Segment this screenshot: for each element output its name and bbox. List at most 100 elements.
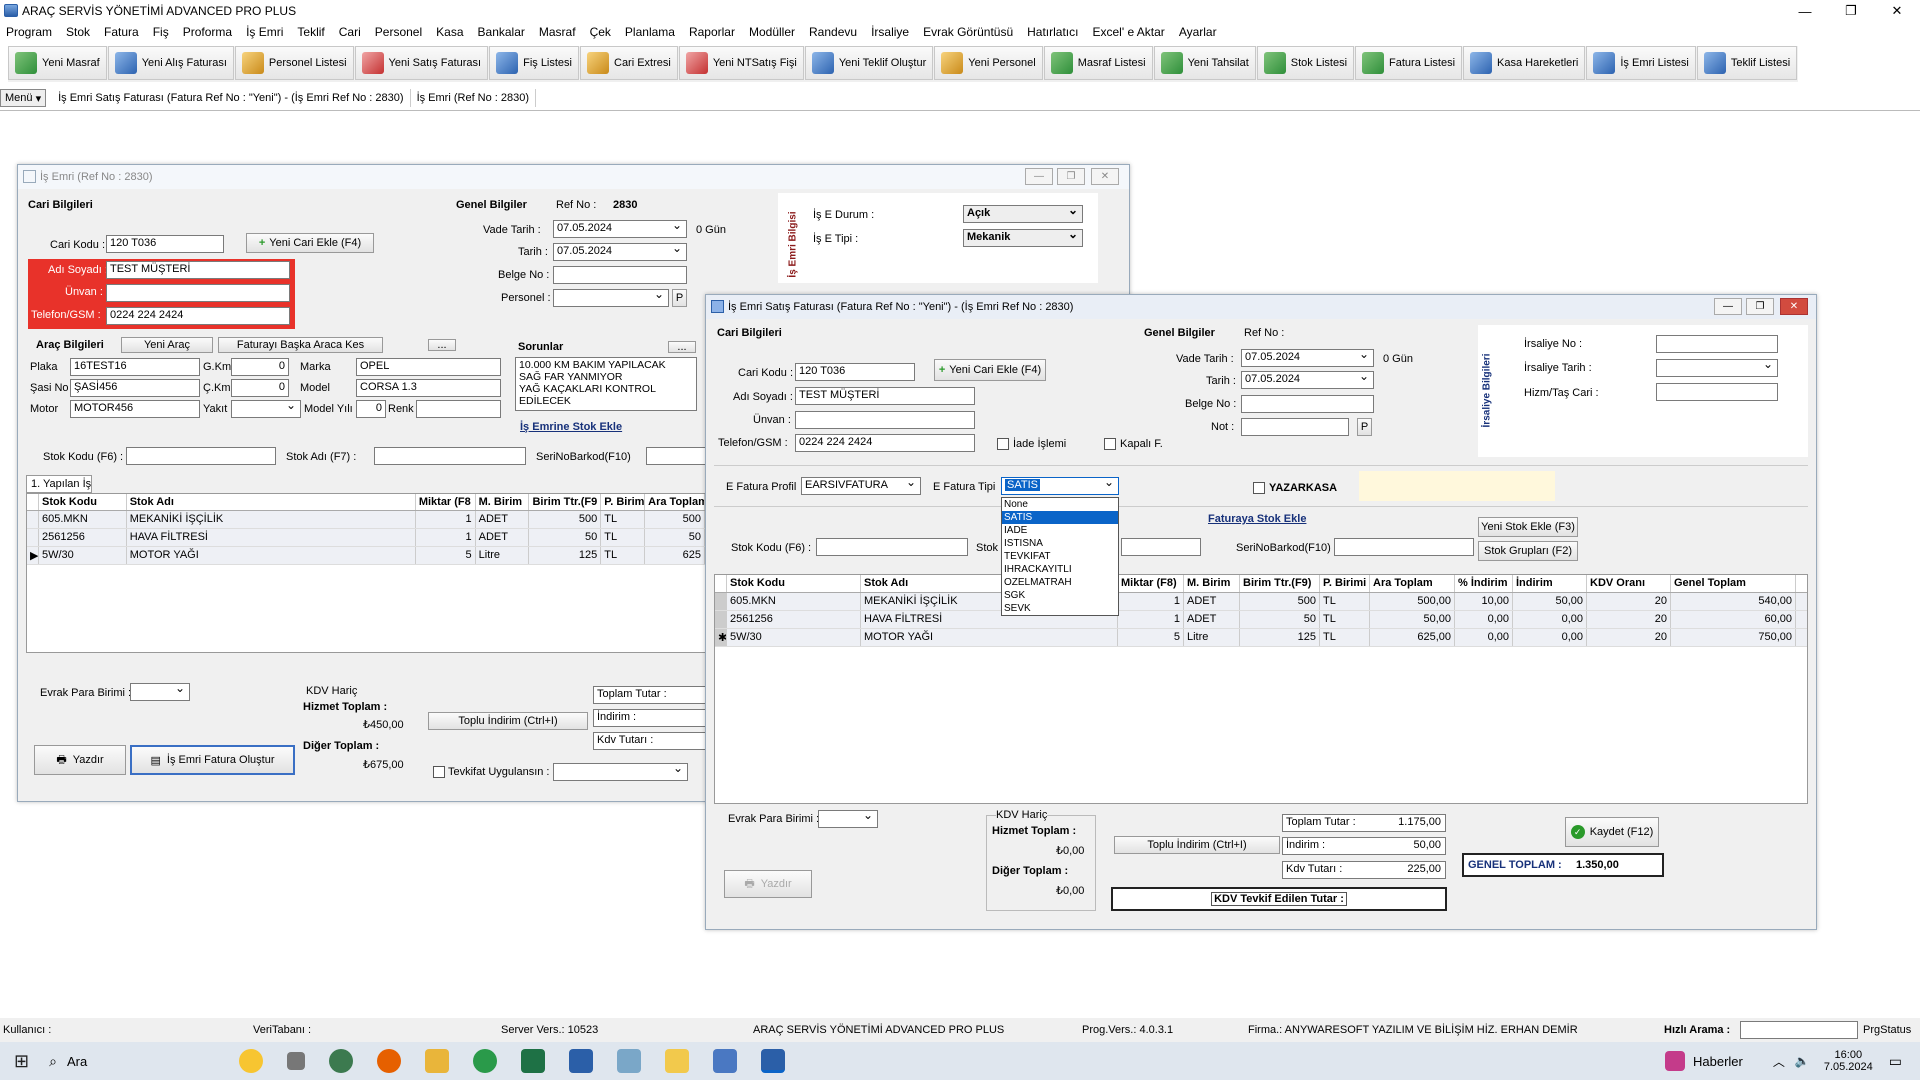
plaka-input[interactable]: 16TEST16 bbox=[70, 358, 200, 376]
yazdir-button[interactable]: 🖶 Yazdır bbox=[724, 870, 812, 898]
tb-yeni-alis-faturasi[interactable]: Yeni Alış Faturası bbox=[107, 46, 234, 80]
tb-fatura-listesi[interactable]: Fatura Listesi bbox=[1355, 46, 1463, 80]
unvan-input[interactable] bbox=[795, 411, 975, 429]
cari-kodu-input[interactable]: 120 T036 bbox=[795, 363, 915, 381]
minimize-button[interactable]: — bbox=[1025, 168, 1053, 185]
fatura-olustur-button[interactable]: ▤ İş Emri Fatura Oluştur bbox=[130, 745, 295, 775]
file-explorer-icon[interactable] bbox=[664, 1049, 689, 1073]
menu-personel[interactable]: Personel bbox=[375, 25, 422, 39]
excel-icon[interactable] bbox=[520, 1049, 545, 1073]
folder-app-icon[interactable] bbox=[424, 1049, 449, 1073]
toplu-indirim-button[interactable]: Toplu İndirim (Ctrl+I) bbox=[1114, 836, 1280, 854]
stok-kodu-input[interactable] bbox=[126, 447, 276, 465]
col-stok-kodu[interactable]: Stok Kodu bbox=[727, 575, 861, 592]
option-ozelmatrah[interactable]: OZELMATRAH bbox=[1002, 576, 1118, 589]
chrome-icon[interactable] bbox=[472, 1049, 497, 1073]
option-ihrackayitli[interactable]: IHRACKAYITLI bbox=[1002, 563, 1118, 576]
yakit-select[interactable] bbox=[231, 400, 301, 418]
cari-kodu-input[interactable]: 120 T036 bbox=[106, 235, 224, 253]
yeni-cari-button[interactable]: + Yeni Cari Ekle (F4) bbox=[934, 359, 1046, 381]
menu-masraf[interactable]: Masraf bbox=[539, 25, 576, 39]
yazarkasa-checkbox[interactable] bbox=[1253, 482, 1265, 494]
hs-app-icon[interactable] bbox=[328, 1049, 353, 1073]
tevkifat-checkbox[interactable] bbox=[433, 766, 445, 778]
menu-proforma[interactable]: Proforma bbox=[183, 25, 232, 39]
tb-yeni-satis-faturasi[interactable]: Yeni Satış Faturası bbox=[354, 46, 489, 80]
table-row[interactable]: 2561256 HAVA FİLTRESİ 1 ADET 50 TL 50 bbox=[27, 529, 705, 547]
not-input[interactable] bbox=[1241, 418, 1349, 436]
sorunlar-dots-button[interactable]: ... bbox=[668, 341, 696, 353]
volume-icon[interactable]: 🔈 bbox=[1795, 1054, 1810, 1068]
adi-soyadi-input[interactable]: TEST MÜŞTERİ bbox=[795, 387, 975, 405]
option-tevkifat[interactable]: TEVKIFAT bbox=[1002, 550, 1118, 563]
taskbar-search-label[interactable]: Ara bbox=[67, 1054, 227, 1069]
document-app-icon[interactable] bbox=[568, 1049, 593, 1073]
menu-fatura[interactable]: Fatura bbox=[104, 25, 139, 39]
option-none[interactable]: None bbox=[1002, 498, 1118, 511]
yazdir-button[interactable]: 🖶 Yazdır bbox=[34, 745, 126, 775]
menu-irsaliye[interactable]: İrsaliye bbox=[871, 25, 909, 39]
xampp-icon[interactable] bbox=[712, 1049, 737, 1073]
yeni-arac-button[interactable]: Yeni Araç bbox=[121, 337, 213, 353]
menu-cek[interactable]: Çek bbox=[590, 25, 611, 39]
tarih-input[interactable]: 07.05.2024 bbox=[553, 243, 687, 261]
menu-program[interactable]: Program bbox=[6, 25, 52, 39]
tb-fis-listesi[interactable]: Fiş Listesi bbox=[489, 46, 579, 80]
evrak-para-select[interactable] bbox=[130, 683, 190, 701]
marka-input[interactable]: OPEL bbox=[356, 358, 501, 376]
option-sevk[interactable]: SEVK bbox=[1002, 602, 1118, 615]
efatura-profil-select[interactable]: EARSIVFATURA bbox=[801, 477, 921, 495]
col-miktar[interactable]: Miktar (F8) bbox=[1118, 575, 1184, 592]
hizli-arama-input[interactable] bbox=[1740, 1021, 1858, 1039]
tb-yeni-masraf[interactable]: Yeni Masraf bbox=[8, 46, 107, 80]
menu-hatirlatici[interactable]: Hatırlatıcı bbox=[1027, 25, 1078, 39]
tb-yeni-tahsilat[interactable]: Yeni Tahsilat bbox=[1153, 46, 1256, 80]
close-button[interactable]: ✕ bbox=[1874, 0, 1920, 22]
kapali-checkbox[interactable] bbox=[1104, 438, 1116, 450]
tb-yeni-personel[interactable]: Yeni Personel bbox=[934, 46, 1043, 80]
menu-randevu[interactable]: Randevu bbox=[809, 25, 857, 39]
duck-widget-icon[interactable] bbox=[238, 1049, 263, 1073]
tb-is-emri-listesi[interactable]: İş Emri Listesi bbox=[1586, 46, 1696, 80]
close-button[interactable]: ✕ bbox=[1091, 168, 1119, 185]
stok-adi-input[interactable] bbox=[1121, 538, 1201, 556]
irsaliye-tarih-select[interactable] bbox=[1656, 359, 1778, 377]
col-p-birimi[interactable]: P. Birimi bbox=[1320, 575, 1370, 592]
menu-kasa[interactable]: Kasa bbox=[436, 25, 463, 39]
renk-input[interactable] bbox=[416, 400, 501, 418]
menu-evrak[interactable]: Evrak Görüntüsü bbox=[923, 25, 1013, 39]
adi-soyadi-input[interactable]: TEST MÜŞTERİ bbox=[106, 261, 290, 279]
arac-dots-button[interactable]: ... bbox=[428, 339, 456, 351]
personel-p-button[interactable]: P bbox=[672, 289, 687, 307]
gkm-input[interactable]: 0 bbox=[231, 358, 289, 376]
col-genel-toplam[interactable]: Genel Toplam bbox=[1671, 575, 1796, 592]
minimize-button[interactable]: — bbox=[1714, 298, 1742, 315]
col-p-birim[interactable]: P. Birim bbox=[601, 494, 646, 510]
vade-tarih-input[interactable]: 07.05.2024 bbox=[1241, 349, 1374, 367]
col-miktar[interactable]: Miktar (F8 bbox=[416, 494, 476, 510]
belge-no-input[interactable] bbox=[1241, 395, 1374, 413]
telefon-input[interactable]: 0224 224 2424 bbox=[106, 307, 290, 325]
table-row[interactable]: ▶ 5W/30 MOTOR YAĞI 5 Litre 125 TL 625 bbox=[27, 547, 705, 565]
col-stok-adi[interactable]: Stok Adı bbox=[127, 494, 416, 510]
minimize-button[interactable]: — bbox=[1782, 0, 1828, 22]
personel-select[interactable] bbox=[553, 289, 669, 307]
table-row[interactable]: 605.MKN MEKANİKİ İŞÇİLİK 1 ADET 500 TL 5… bbox=[715, 593, 1807, 611]
yeni-cari-button[interactable]: + Yeni Cari Ekle (F4) bbox=[246, 233, 374, 253]
tray-chevron-icon[interactable]: ︿ bbox=[1773, 1053, 1785, 1070]
motor-input[interactable]: MOTOR456 bbox=[70, 400, 200, 418]
notification-icon[interactable]: ▭ bbox=[1889, 1053, 1902, 1070]
menu-moduller[interactable]: Modüller bbox=[749, 25, 795, 39]
toplu-indirim-button[interactable]: Toplu İndirim (Ctrl+I) bbox=[428, 712, 588, 730]
maximize-button[interactable]: ❐ bbox=[1746, 298, 1774, 315]
col-indirim[interactable]: İndirim bbox=[1513, 575, 1587, 592]
search-icon[interactable]: ⌕ bbox=[49, 1053, 57, 1070]
table-row[interactable]: 605.MKN MEKANİKİ İŞÇİLİK 1 ADET 500 TL 5… bbox=[27, 511, 705, 529]
active-app-icon[interactable] bbox=[760, 1049, 785, 1073]
baska-araca-kes-button[interactable]: Faturayı Başka Araca Kes bbox=[218, 337, 383, 353]
menu-cari[interactable]: Cari bbox=[339, 25, 361, 39]
tb-kasa-hareketleri[interactable]: Kasa Hareketleri bbox=[1463, 46, 1586, 80]
efatura-tipi-select[interactable]: SATIS bbox=[1001, 477, 1119, 495]
evrak-para-select[interactable] bbox=[818, 810, 878, 828]
col-kdv-orani[interactable]: KDV Oranı bbox=[1587, 575, 1671, 592]
